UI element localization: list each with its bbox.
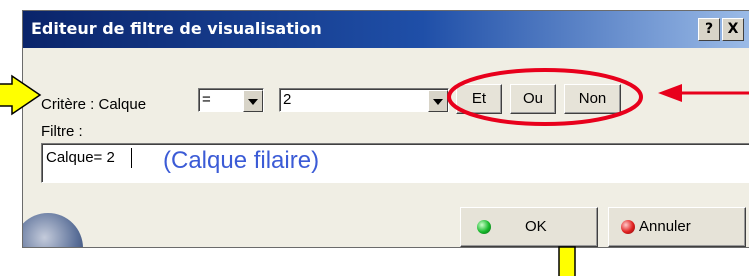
red-arrow-right bbox=[658, 84, 749, 102]
annotation-overlay bbox=[0, 68, 749, 276]
yellow-arrow-bottom bbox=[558, 246, 576, 276]
yellow-arrow-left bbox=[0, 74, 42, 116]
red-highlight-ellipse bbox=[447, 68, 643, 126]
